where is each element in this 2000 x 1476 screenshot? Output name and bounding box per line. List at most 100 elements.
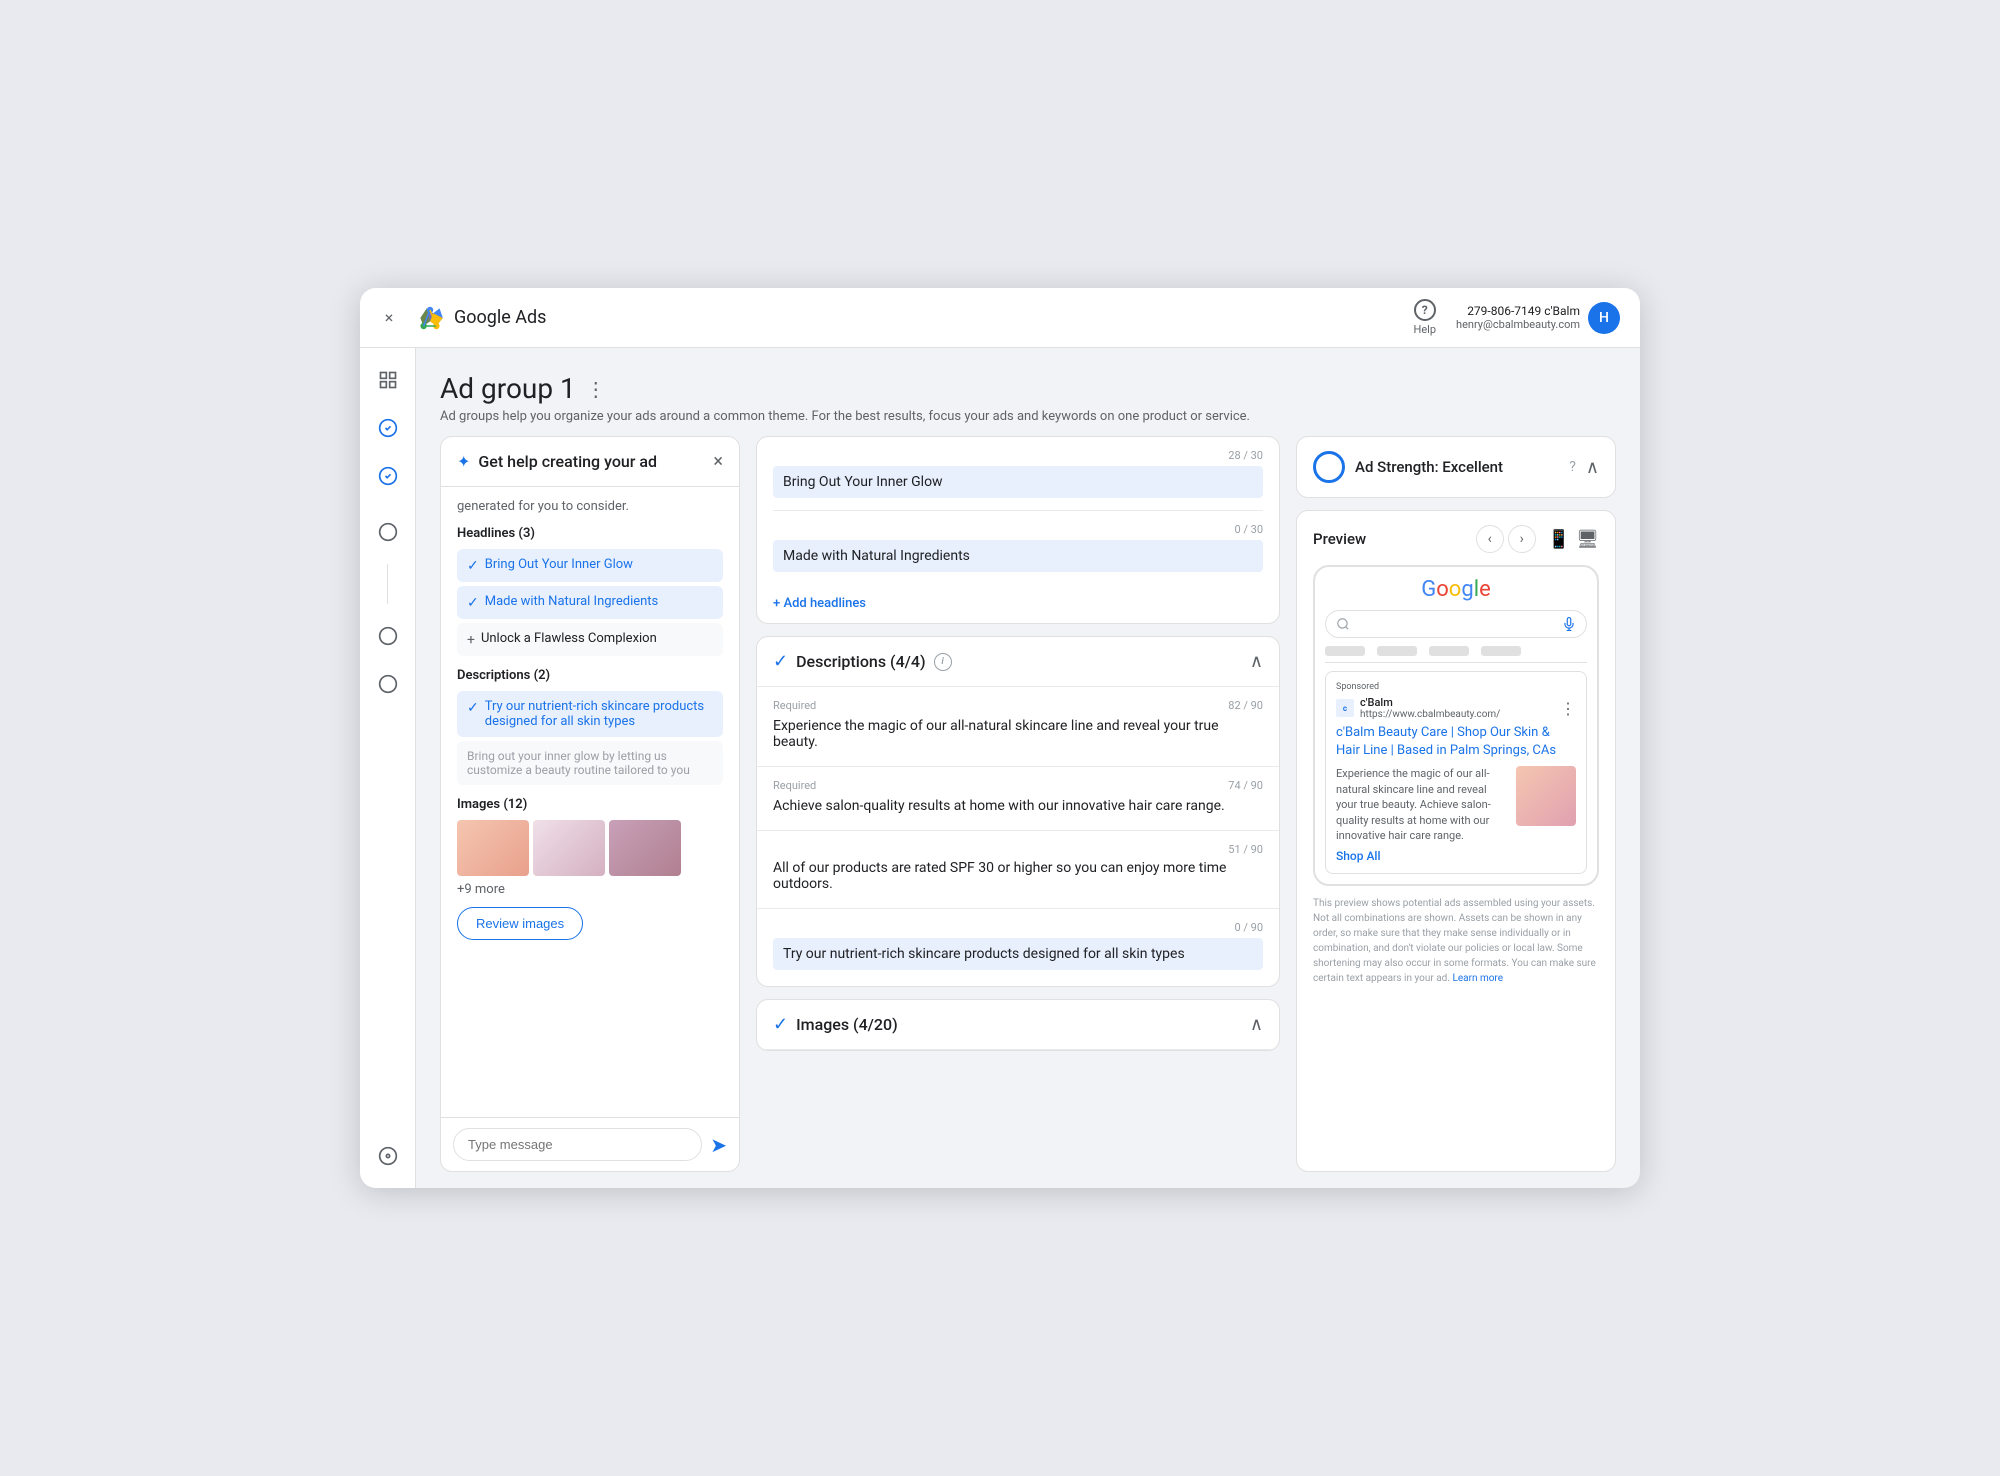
help-label: Help [1413,323,1436,336]
preview-nav: ‹ › [1476,525,1536,553]
sidebar-icon-1[interactable] [368,408,408,448]
strength-info-icon[interactable]: ? [1569,459,1576,475]
preview-prev-button[interactable]: ‹ [1476,525,1504,553]
ad-body-row: Experience the magic of our all-natural … [1336,766,1576,843]
headline-count-0: 28 / 30 [773,449,1263,462]
learn-more-link[interactable]: Learn more [1452,973,1503,984]
ad-image-preview [1516,766,1576,826]
help-icon: ? [1414,299,1436,321]
headline-item-0[interactable]: ✓ Bring Out Your Inner Glow [457,549,723,582]
descriptions-title-text: Descriptions (4/4) [796,652,926,671]
desc-text-0: Try our nutrient-rich skincare products … [485,699,713,729]
page-title-row: Ad group 1 ⋮ [440,372,1616,405]
images-section-left: Images (12) +9 more Review images [457,797,723,940]
preview-card: Preview ‹ › 📱 🖥 [1296,510,1616,1172]
ai-assistant-panel: ✦ Get help creating your ad × generated … [440,436,740,1172]
more-images-text: +9 more [457,882,723,897]
google-ads-logo-text: Google Ads [454,307,546,328]
message-input[interactable] [453,1128,702,1161]
images-chevron-icon[interactable]: ∧ [1250,1014,1263,1035]
desc-item-0[interactable]: ✓ Try our nutrient-rich skincare product… [457,691,723,737]
account-avatar[interactable]: H [1588,302,1620,334]
ad-headline: c'Balm Beauty Care | Shop Our Skin & Hai… [1336,724,1576,760]
google-g-icon [414,302,446,334]
desc-value-2[interactable]: All of our products are rated SPF 30 or … [773,860,1263,892]
desc-field-2: 51 / 90 All of our products are rated SP… [757,831,1279,909]
topbar-right: ? Help 279-806-7149 c'Balm henry@cbalmbe… [1413,299,1620,336]
sidebar-divider [387,564,388,604]
sidebar-icon-bottom[interactable] [368,1136,408,1176]
descriptions-header[interactable]: ✓ Descriptions (4/4) i ∧ [757,637,1279,687]
add-headlines-button[interactable]: + Add headlines [757,584,1279,623]
generated-text: generated for you to consider. [457,499,723,514]
desc-value-1[interactable]: Achieve salon-quality results at home wi… [773,798,1263,814]
preview-title: Preview [1313,530,1476,548]
desktop-device-icon[interactable]: 🖥 [1576,529,1599,550]
sidebar-icon-3[interactable] [368,512,408,552]
sidebar-icon-0[interactable] [368,360,408,400]
headline-value-1[interactable]: Made with Natural Ingredients [773,540,1263,572]
strength-chevron-icon[interactable]: ∧ [1586,457,1599,478]
desc-label-0: Required [773,699,816,712]
descriptions-title: Descriptions (4/4) i [796,652,1250,671]
ad-shop-link[interactable]: Shop All [1336,849,1576,863]
ad-source-url: https://www.cbalmbeauty.com/ [1360,709,1554,720]
check-icon-1: ✓ [467,595,479,611]
google-ads-logo: Google Ads [414,302,546,334]
desc-item-1[interactable]: Bring out your inner glow by letting us … [457,741,723,785]
sidebar-icon-2[interactable] [368,456,408,496]
more-options-icon[interactable]: ⋮ [586,377,606,401]
descriptions-check-icon: ✓ [773,651,788,672]
headline-value-0[interactable]: Bring Out Your Inner Glow [773,466,1263,498]
desc-field-3: 0 / 90 Try our nutrient-rich skincare pr… [757,909,1279,986]
sidebar [360,348,416,1188]
headlines-section: 28 / 30 Bring Out Your Inner Glow 0 / 30… [756,436,1280,624]
mobile-device-icon[interactable]: 📱 [1548,529,1570,550]
descriptions-section: ✓ Descriptions (4/4) i ∧ Required 82 / 9… [756,636,1280,987]
ad-sponsored-label: Sponsored [1336,682,1576,692]
preview-header: Preview ‹ › 📱 🖥 [1313,525,1599,553]
nav-tab-3 [1481,646,1521,656]
headline-field-inner-1: 0 / 30 Made with Natural Ingredients [773,511,1263,584]
ad-source-info: c'Balm https://www.cbalmbeauty.com/ [1360,696,1554,720]
desc-count-1: 74 / 90 [1228,779,1263,792]
descriptions-chevron-icon[interactable]: ∧ [1250,651,1263,672]
ai-panel-title: Get help creating your ad [478,452,713,471]
preview-next-button[interactable]: › [1508,525,1536,553]
ai-panel-footer: ➤ [441,1117,739,1171]
nav-tab-0 [1325,646,1365,656]
desc-value-0[interactable]: Experience the magic of our all-natural … [773,718,1263,750]
images-section-header[interactable]: ✓ Images (4/20) ∧ [757,1000,1279,1050]
headline-count-1: 0 / 30 [773,523,1263,536]
send-button[interactable]: ➤ [710,1133,727,1157]
ad-more-button[interactable]: ⋮ [1560,699,1576,718]
headline-text-1: Made with Natural Ingredients [485,594,659,609]
headlines-label: Headlines (3) [457,526,723,541]
sparkle-icon: ✦ [457,452,470,471]
ad-body-text: Experience the magic of our all-natural … [1336,766,1510,843]
phone-mockup: Google [1313,565,1599,886]
google-logo-preview: Google [1325,577,1587,602]
desc-text-1: Bring out your inner glow by letting us … [467,749,690,777]
account-text: 279-806-7149 c'Balm henry@cbalmbeauty.co… [1456,304,1580,331]
nav-tabs-preview [1325,646,1587,663]
headline-item-1[interactable]: ✓ Made with Natural Ingredients [457,586,723,619]
strength-title: Ad Strength: Excellent [1355,458,1559,476]
desc-value-3[interactable]: Try our nutrient-rich skincare products … [773,938,1263,970]
close-ai-panel-button[interactable]: × [713,451,723,472]
sidebar-icon-5[interactable] [368,664,408,704]
review-images-button[interactable]: Review images [457,907,583,940]
descriptions-label: Descriptions (2) [457,668,723,683]
ai-panel-body: generated for you to consider. Headlines… [441,487,739,1117]
desc-field-1: Required 74 / 90 Achieve salon-quality r… [757,767,1279,831]
images-grid [457,820,723,876]
close-window-button[interactable]: × [380,309,398,327]
images-label: Images (12) [457,797,723,812]
sidebar-icon-4[interactable] [368,616,408,656]
content-area: Ad group 1 ⋮ Ad groups help you organize… [416,348,1640,1188]
middle-panel: 28 / 30 Bring Out Your Inner Glow 0 / 30… [756,436,1280,1172]
headline-item-2[interactable]: + Unlock a Flawless Complexion [457,623,723,656]
image-thumb-0 [457,820,529,876]
help-button[interactable]: ? Help [1413,299,1436,336]
page-subtitle: Ad groups help you organize your ads aro… [440,409,1616,424]
